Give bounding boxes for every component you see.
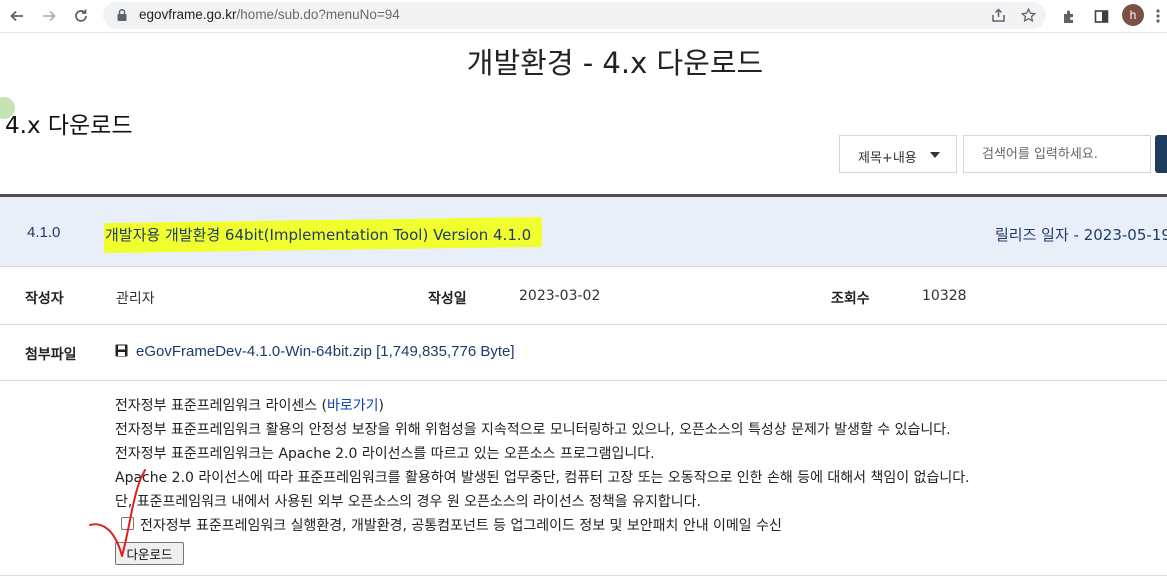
notice-line-4: Apache 2.0 라이선스에 따라 표준프레임워크를 활용하여 발생된 업무… (115, 470, 970, 486)
extensions-icon[interactable] (1058, 5, 1080, 27)
search-input[interactable] (963, 135, 1151, 173)
table-bottom-border (0, 575, 1167, 576)
section-title: 4.x 다운로드 (5, 113, 133, 139)
license-link[interactable]: 바로가기 (327, 398, 379, 414)
release-version: 4.1.0 (27, 224, 61, 241)
share-icon[interactable] (987, 4, 1009, 26)
attachment-label: 첨부파일 (25, 347, 77, 363)
views-label: 조회수 (831, 291, 870, 307)
browser-toolbar: egovframe.go.kr/home/sub.do?menuNo=94 h (0, 0, 1167, 33)
date-label: 작성일 (428, 291, 467, 307)
save-file-icon (115, 344, 128, 357)
release-date: 릴리즈 일자 - 2023-05-19 (995, 226, 1167, 244)
profile-avatar[interactable]: h (1122, 4, 1144, 26)
sidebar-icon[interactable] (1090, 5, 1112, 27)
date-value: 2023-03-02 (519, 288, 601, 304)
search-button[interactable] (1155, 135, 1167, 173)
lock-icon[interactable] (115, 8, 129, 22)
notice-line-5: 단, 표준프레임워크 내에서 사용된 외부 오픈소스의 경우 원 오픈소스의 라… (115, 494, 701, 510)
search-type-label: 제목+내용 (858, 151, 917, 166)
license-line: 전자정부 표준프레임워크 라이센스 (바로가기) (115, 395, 384, 415)
notice-line-3: 전자정부 표준프레임워크는 Apache 2.0 라이선스를 따르고 있는 오픈… (115, 446, 655, 462)
license-prefix: 전자정부 표준프레임워크 라이센스 ( (115, 398, 328, 414)
url-text: egovframe.go.kr/home/sub.do?menuNo=94 (139, 7, 400, 22)
search-type-select[interactable]: 제목+내용 (839, 135, 957, 173)
menu-icon[interactable] (1147, 5, 1167, 27)
license-suffix: ) (378, 398, 385, 414)
release-title: 개발자용 개발환경 64bit(Implementation Tool) Ver… (105, 226, 532, 244)
star-icon[interactable] (1017, 4, 1039, 26)
url-host: egovframe.go.kr (139, 7, 237, 22)
meta-row: 작성자 관리자 작성일 2023-03-02 조회수 10328 (0, 267, 1167, 325)
notice-line-2: 전자정부 표준프레임워크 활용의 안정성 보장을 위해 위험성을 지속적으로 모… (115, 422, 951, 438)
download-button[interactable]: 다운로드 (115, 542, 184, 565)
attachment-row: 첨부파일 eGovFrameDev-4.1.0-Win-64bit.zip [1… (0, 325, 1167, 381)
address-bar[interactable]: egovframe.go.kr/home/sub.do?menuNo=94 (103, 2, 1046, 29)
url-path: /home/sub.do?menuNo=94 (236, 7, 400, 22)
back-icon[interactable] (6, 5, 28, 27)
views-value: 10328 (922, 288, 967, 304)
caret-down-icon (930, 152, 940, 158)
email-subscribe-checkbox[interactable] (121, 517, 134, 530)
email-subscribe-label: 전자정부 표준프레임워크 실행환경, 개발환경, 공통컴포넌트 등 업그레이드 … (140, 518, 782, 534)
author-value: 관리자 (116, 291, 155, 307)
forward-icon[interactable] (38, 5, 60, 27)
author-label: 작성자 (25, 291, 64, 307)
attachment-link[interactable]: eGovFrameDev-4.1.0-Win-64bit.zip [1,749,… (136, 343, 515, 360)
reload-icon[interactable] (70, 5, 92, 27)
page-title: 개발환경 - 4.x 다운로드 (466, 46, 764, 80)
